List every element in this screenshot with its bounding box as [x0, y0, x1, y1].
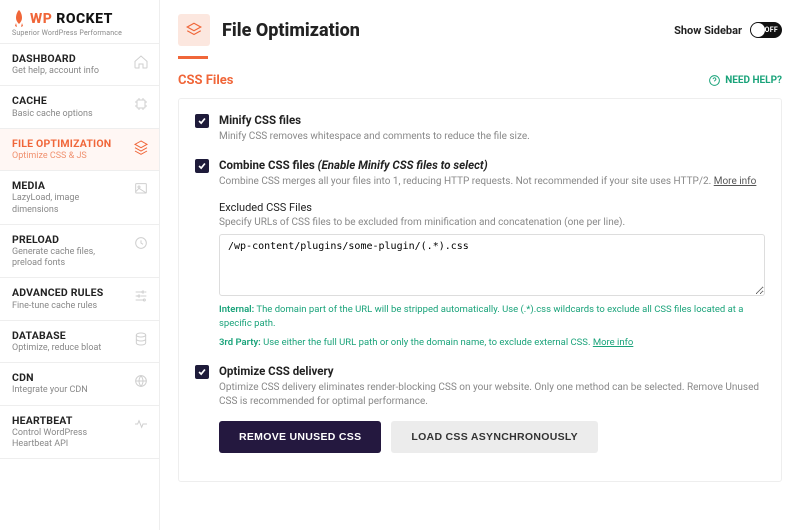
need-help-link[interactable]: NEED HELP? [708, 74, 782, 87]
brand-name-b: ROCKET [52, 11, 113, 27]
sidebar-item-label: DATABASE [12, 329, 101, 342]
excluded-label: Excluded CSS Files [219, 201, 765, 214]
show-sidebar-toggle[interactable]: Show Sidebar OFF [674, 22, 782, 38]
sliders-icon [133, 288, 149, 304]
sidebar-item-sub: Optimize CSS & JS [12, 151, 111, 162]
clock-icon [133, 235, 149, 251]
tab-indicator [178, 56, 782, 59]
checkbox-minify-css[interactable] [195, 114, 209, 128]
sidebar-item-sub: Get help, account info [12, 66, 99, 77]
sidebar-item-cache[interactable]: CACHE Basic cache options [0, 86, 159, 128]
page-title: File Optimization [222, 20, 360, 41]
sidebar-item-heartbeat[interactable]: HEARTBEATControl WordPress Heartbeat API [0, 406, 159, 460]
sidebar-item-sub: Control WordPress Heartbeat API [12, 428, 127, 451]
main: File Optimization Show Sidebar OFF CSS F… [160, 0, 800, 530]
sidebar-item-sub: Integrate your CDN [12, 385, 88, 396]
option-desc: Optimize CSS delivery eliminates render-… [219, 381, 765, 409]
option-title: Optimize CSS delivery [219, 364, 765, 378]
brand-name-a: WP [30, 11, 52, 27]
chip-icon [133, 96, 149, 112]
sidebar-item-advanced-rules[interactable]: ADVANCED RULES Fine-tune cache rules [0, 278, 159, 320]
layers-icon [133, 139, 149, 155]
sidebar-item-dashboard[interactable]: DASHBOARDGet help, account info [0, 44, 159, 86]
page-icon [178, 14, 210, 46]
excluded-css-textarea[interactable]: /wp-content/plugins/some-plugin/(.*).css [219, 234, 765, 296]
option-minify-css: Minify CSS files Minify CSS removes whit… [195, 113, 765, 144]
more-info-link[interactable]: More info [593, 337, 634, 348]
sidebar-item-database[interactable]: DATABASEOptimize, reduce bloat [0, 321, 159, 363]
nav: DASHBOARDGet help, account info CACHE Bas… [0, 44, 159, 530]
option-desc: Minify CSS removes whitespace and commen… [219, 130, 765, 144]
option-combine-css: Combine CSS files (Enable Minify CSS fil… [195, 158, 765, 350]
brand-logo: WP ROCKET Superior WordPress Performance [0, 0, 159, 44]
sidebar-item-label: MEDIA [12, 179, 127, 192]
section-title: CSS Files [178, 73, 233, 88]
rocket-icon [12, 10, 26, 28]
sidebar-item-label: DASHBOARD [12, 52, 99, 65]
database-icon [133, 331, 149, 347]
sidebar-item-sub: Optimize, reduce bloat [12, 343, 101, 354]
show-sidebar-label: Show Sidebar [674, 24, 742, 37]
option-title: Combine CSS files (Enable Minify CSS fil… [219, 158, 765, 172]
options-panel: Minify CSS files Minify CSS removes whit… [178, 98, 782, 482]
layers-icon [185, 21, 203, 39]
brand-tagline: Superior WordPress Performance [12, 29, 147, 37]
load-css-async-button[interactable]: LOAD CSS ASYNCHRONOUSLY [391, 421, 598, 453]
sidebar-item-label: PRELOAD [12, 233, 127, 246]
remove-unused-css-button[interactable]: REMOVE UNUSED CSS [219, 421, 381, 453]
option-desc: Combine CSS merges all your files into 1… [219, 175, 765, 189]
content: CSS Files NEED HELP? Minify CSS files Mi… [160, 59, 800, 530]
more-info-link[interactable]: More info [714, 176, 757, 187]
checkbox-optimize-delivery[interactable] [195, 365, 209, 379]
option-title: Minify CSS files [219, 113, 765, 127]
excluded-desc: Specify URLs of CSS files to be excluded… [219, 217, 765, 228]
checkbox-combine-css[interactable] [195, 159, 209, 173]
sidebar-item-label: FILE OPTIMIZATION [12, 137, 111, 150]
globe-icon [133, 373, 149, 389]
sidebar-item-label: ADVANCED RULES [12, 286, 103, 299]
sidebar-item-sub: LazyLoad, image dimensions [12, 193, 127, 216]
sidebar-item-sub: Basic cache options [12, 109, 93, 120]
toggle-switch[interactable]: OFF [750, 22, 782, 38]
option-optimize-css-delivery: Optimize CSS delivery Optimize CSS deliv… [195, 364, 765, 453]
sidebar-item-media[interactable]: MEDIALazyLoad, image dimensions [0, 171, 159, 225]
sidebar-item-label: CACHE [12, 94, 93, 107]
sidebar-item-preload[interactable]: PRELOADGenerate cache files, preload fon… [0, 225, 159, 279]
sidebar-item-sub: Generate cache files, preload fonts [12, 247, 127, 270]
heartbeat-icon [133, 416, 149, 432]
image-icon [133, 181, 149, 197]
sidebar-item-sub: Fine-tune cache rules [12, 301, 103, 312]
hint-internal: Internal: The domain part of the URL wil… [219, 303, 765, 332]
home-icon [133, 54, 149, 70]
sidebar: WP ROCKET Superior WordPress Performance… [0, 0, 160, 530]
topbar: File Optimization Show Sidebar OFF [160, 0, 800, 56]
sidebar-item-label: CDN [12, 371, 88, 384]
sidebar-item-cdn[interactable]: CDNIntegrate your CDN [0, 363, 159, 405]
sidebar-item-file-optimization[interactable]: FILE OPTIMIZATIONOptimize CSS & JS [0, 129, 159, 171]
sidebar-item-label: HEARTBEAT [12, 414, 127, 427]
toggle-state: OFF [765, 26, 778, 34]
need-help-label: NEED HELP? [725, 75, 782, 86]
help-icon [708, 74, 721, 87]
hint-third-party: 3rd Party: Use either the full URL path … [219, 336, 765, 350]
